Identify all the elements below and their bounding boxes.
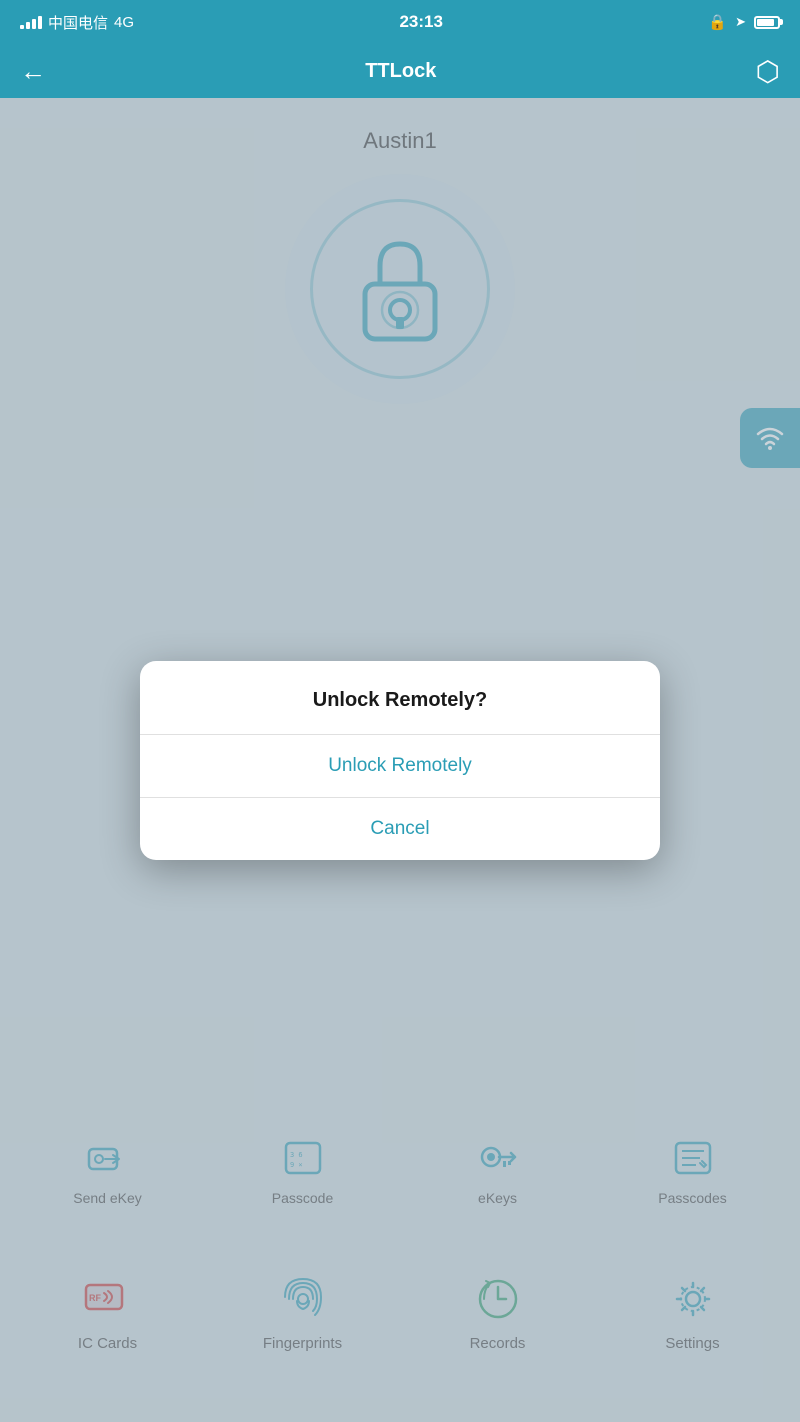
dialog-overlay: Unlock Remotely? Unlock Remotely Cancel — [0, 98, 800, 1422]
status-time: 23:13 — [399, 12, 442, 32]
network-label: 4G — [114, 14, 134, 31]
unlock-remotely-dialog: Unlock Remotely? Unlock Remotely Cancel — [140, 661, 660, 860]
nav-title: TTLock — [365, 60, 436, 83]
status-bar: 中国电信 4G 23:13 🔒 ➤ — [0, 0, 800, 44]
lock-icon: 🔒 — [708, 13, 727, 31]
status-right: 🔒 ➤ — [708, 13, 780, 31]
location-icon: ➤ — [735, 14, 746, 30]
dialog-title: Unlock Remotely? — [140, 661, 660, 735]
back-button[interactable]: ← — [20, 56, 46, 87]
carrier-label: 中国电信 — [48, 12, 108, 33]
main-content: Austin1 — [0, 98, 800, 1422]
nav-bar: ← TTLock ⬡ — [0, 44, 800, 98]
settings-button[interactable]: ⬡ — [756, 55, 780, 88]
unlock-remotely-button[interactable]: Unlock Remotely — [140, 735, 660, 798]
signal-icon — [20, 16, 42, 29]
cancel-button[interactable]: Cancel — [140, 798, 660, 860]
battery-icon — [754, 16, 780, 29]
status-left: 中国电信 4G — [20, 12, 134, 33]
